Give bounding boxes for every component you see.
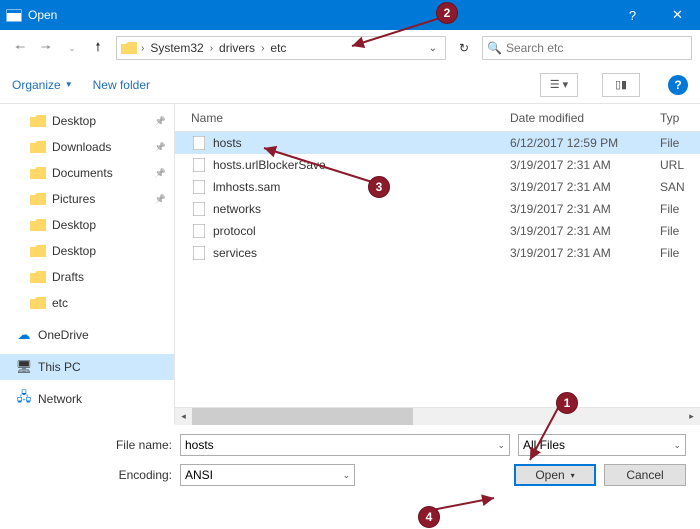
callout-1: 1 bbox=[556, 392, 578, 414]
callout-2: 2 bbox=[436, 2, 458, 24]
annotation-arrows bbox=[0, 0, 700, 529]
callout-3: 3 bbox=[368, 176, 390, 198]
callout-4: 4 bbox=[418, 506, 440, 528]
